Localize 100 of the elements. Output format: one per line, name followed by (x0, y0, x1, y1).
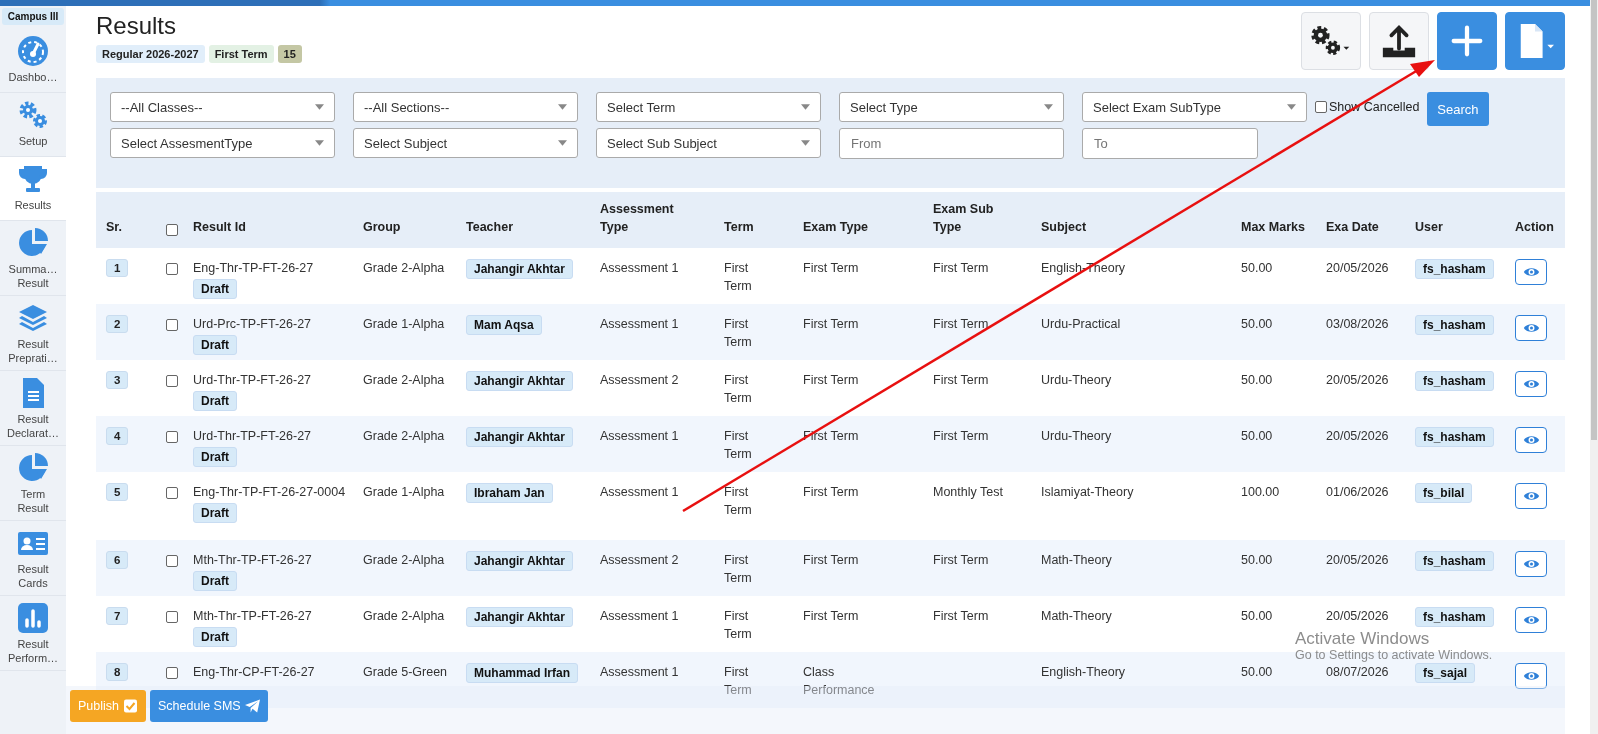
view-button[interactable] (1515, 607, 1547, 633)
view-button[interactable] (1515, 315, 1547, 341)
sidebar-item[interactable]: Term Result (0, 446, 66, 521)
status-tag: Draft (193, 335, 237, 355)
dropdown[interactable]: Select AssesmentType (110, 128, 335, 158)
dropdown[interactable]: --All Sections-- (353, 92, 578, 122)
checkbox[interactable] (166, 431, 178, 443)
checkbox[interactable] (166, 611, 178, 623)
row-number: 2 (106, 315, 129, 333)
sidebar-item[interactable]: Result Declarat… (0, 371, 66, 446)
upload-button[interactable] (1369, 12, 1429, 70)
teacher-tag: Jahangir Akhtar (466, 371, 573, 391)
checkbox[interactable] (1315, 101, 1327, 113)
dropdown[interactable]: Select Exam SubType (1082, 92, 1307, 122)
sidebar-item[interactable]: Result Perform… (0, 596, 66, 671)
teacher-tag: Jahangir Akhtar (466, 427, 573, 447)
sidebar-item[interactable]: Result Preprati… (0, 296, 66, 371)
table-cell-text: First Term (803, 484, 859, 501)
user-tag: fs_hasham (1415, 607, 1494, 627)
checkbox[interactable] (166, 319, 178, 331)
table-cell-text: First Term (724, 316, 753, 351)
table-cell-text: First Term (933, 552, 989, 569)
table-cell-text: Grade 1-Alpha (363, 484, 445, 501)
add-button[interactable] (1437, 12, 1497, 70)
table-cell-text: First Term (933, 260, 989, 277)
checkbox[interactable] (166, 263, 178, 275)
table-cell-text: First Term (724, 484, 753, 519)
view-button[interactable] (1515, 483, 1547, 509)
table-cell-text: 20/05/2026 (1326, 608, 1389, 625)
table-cell-text: 08/07/2026 (1326, 664, 1389, 681)
eye-icon (1522, 378, 1540, 390)
settings-button[interactable] (1301, 12, 1361, 70)
table-cell-text: Assessment 1 (600, 608, 679, 625)
table-cell-text: 50.00 (1241, 316, 1273, 333)
teacher-tag: Jahangir Akhtar (466, 551, 573, 571)
column-header: Sr. (106, 219, 122, 236)
caret-icon (1287, 104, 1296, 110)
table-cell-text: Grade 2-Alpha (363, 372, 445, 389)
eye-icon (1522, 434, 1540, 446)
status-tag: Draft (193, 279, 237, 299)
date-field[interactable]: To (1082, 128, 1258, 159)
dropdown[interactable]: --All Classes-- (110, 92, 335, 122)
status-tag: Draft (193, 571, 237, 591)
checkbox[interactable] (166, 667, 178, 679)
page-title: Results (96, 12, 178, 40)
view-button[interactable] (1515, 371, 1547, 397)
checkbox[interactable] (166, 487, 178, 499)
table-cell-text: Grade 2-Alpha (363, 608, 445, 625)
table-cell-text: Urdu-Theory (1041, 428, 1112, 445)
checkbox[interactable] (166, 555, 178, 567)
sidebar-item[interactable]: Results (0, 157, 66, 221)
row-number: 3 (106, 371, 129, 389)
table-cell-text: First Term (803, 316, 859, 333)
row-number: 6 (106, 551, 129, 569)
sidebar-item[interactable]: Dashbo… (0, 29, 66, 93)
teacher-tag: Mam Aqsa (466, 315, 542, 335)
table-cell-text: 50.00 (1241, 260, 1273, 277)
table-cell-text: First Term (803, 372, 859, 389)
status-tag: Draft (193, 627, 237, 647)
date-field[interactable]: From (839, 128, 1064, 159)
table-cell-text: Assessment 1 (600, 428, 679, 445)
table-cell-text: English-Theory (1041, 664, 1126, 681)
teacher-tag: Jahangir Akhtar (466, 259, 573, 279)
table-cell-text: 50.00 (1241, 608, 1273, 625)
table-cell-text: First Term (933, 608, 989, 625)
column-header: Subject (1041, 219, 1087, 236)
table-cell-text: Urd-Thr-TP-FT-26-27 (193, 428, 312, 445)
tag: 15 (277, 45, 302, 63)
gears-icon (17, 99, 49, 131)
dropdown[interactable]: Select Term (596, 92, 821, 122)
table-cell-text: Mth-Thr-TP-FT-26-27 (193, 608, 312, 625)
checkbox[interactable] (166, 224, 178, 236)
row-number: 5 (106, 483, 129, 501)
dropdown[interactable]: Select Type (839, 92, 1064, 122)
user-tag: fs_hasham (1415, 427, 1494, 447)
scrollbar[interactable] (1590, 0, 1598, 734)
table-cell-text: Grade 5-Green (363, 664, 448, 681)
checkbox[interactable] (166, 375, 178, 387)
view-button[interactable] (1515, 551, 1547, 577)
table-cell-text: First Term (933, 372, 989, 389)
view-button[interactable] (1515, 663, 1547, 689)
table-cell-text: 50.00 (1241, 372, 1273, 389)
sidebar-item[interactable]: Result Cards (0, 521, 66, 596)
table-cell-text: First Term (803, 260, 859, 277)
table-cell-text: First Term (933, 316, 989, 333)
column-header: Group (363, 219, 401, 236)
dropdown[interactable]: Select Subject (353, 128, 578, 158)
table-cell-text: Islamiyat-Theory (1041, 484, 1134, 501)
view-button[interactable] (1515, 427, 1547, 453)
table-cell-text: Math-Theory (1041, 608, 1112, 625)
table-cell-text: 20/05/2026 (1326, 552, 1389, 569)
user-tag: fs_hasham (1415, 371, 1494, 391)
sidebar-item[interactable]: Summa… Result (0, 221, 66, 296)
caret-icon (558, 104, 567, 110)
document-button[interactable] (1505, 12, 1565, 70)
dropdown[interactable]: Select Sub Subject (596, 128, 821, 158)
user-tag: fs_hasham (1415, 315, 1494, 335)
column-header: User (1415, 219, 1443, 236)
table-cell-text: Eng-Thr-TP-FT-26-27-0004 (193, 484, 346, 501)
view-button[interactable] (1515, 259, 1547, 285)
